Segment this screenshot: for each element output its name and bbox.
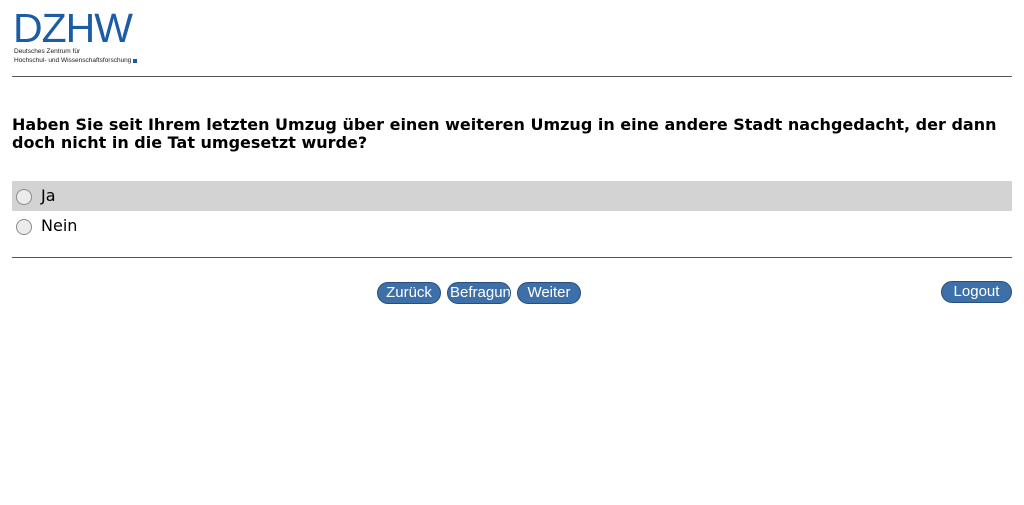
option-label-nein: Nein xyxy=(41,216,78,235)
next-button[interactable]: Weiter xyxy=(517,282,581,304)
header-divider xyxy=(12,76,1012,77)
logo-subtitle-line2: Hochschul- und Wissenschaftsforschung xyxy=(14,57,138,64)
radio-nein[interactable] xyxy=(16,219,32,235)
radio-ja[interactable] xyxy=(16,189,32,205)
footer-divider xyxy=(12,257,1012,258)
option-nein[interactable]: Nein xyxy=(12,211,1012,241)
back-button[interactable]: Zurück xyxy=(377,282,441,304)
option-label-ja: Ja xyxy=(41,186,56,205)
survey-button[interactable]: Befragung xyxy=(447,282,511,304)
dzhw-logo: DZHW Deutsches Zentrum für Hochschul- un… xyxy=(13,8,143,68)
logo-square-icon xyxy=(133,59,138,63)
logo-wordmark: DZHW xyxy=(13,5,133,51)
logout-button[interactable]: Logout xyxy=(941,281,1012,303)
question-text: Haben Sie seit Ihrem letzten Umzug über … xyxy=(12,115,997,152)
logo-subtitle-line1: Deutsches Zentrum für xyxy=(14,48,81,55)
option-ja[interactable]: Ja xyxy=(12,181,1012,211)
